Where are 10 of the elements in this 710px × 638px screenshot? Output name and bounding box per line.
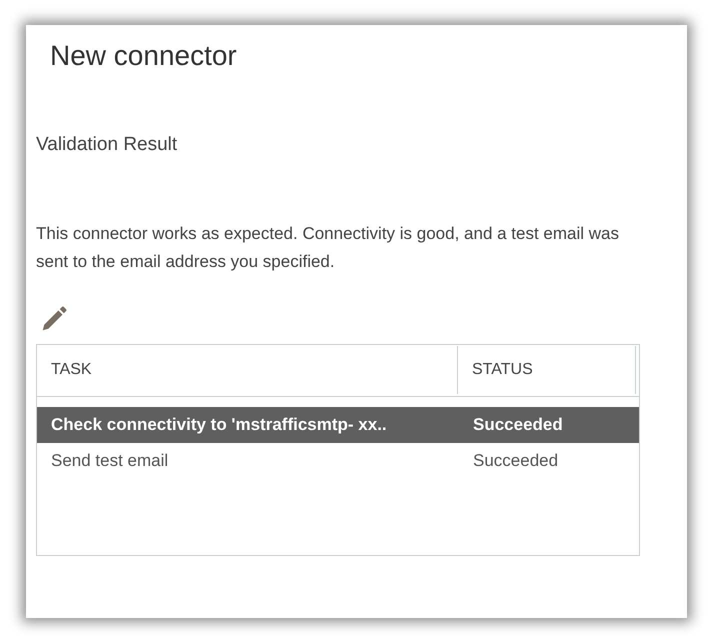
- task-cell-text: Check connectivity to 'mstrafficsmtp- xx..: [50, 414, 388, 436]
- column-header[interactable]: STATUS: [458, 346, 636, 394]
- dialog-title: New connector: [50, 39, 237, 73]
- task-cell-text: Send test email: [50, 450, 170, 472]
- status-cell-text: Succeeded: [472, 414, 563, 436]
- validation-message: This connector works as expected. Connectivity is good, and a test email was sent to the email address you specified.: [36, 222, 620, 272]
- table-row[interactable]: Check connectivity to 'mstrafficsmtp- xx.. Succeeded: [37, 406, 639, 442]
- status-cell-text: Succeeded: [472, 450, 558, 472]
- section-heading: Validation Result: [36, 133, 178, 157]
- column-header[interactable]: TASK: [37, 346, 458, 394]
